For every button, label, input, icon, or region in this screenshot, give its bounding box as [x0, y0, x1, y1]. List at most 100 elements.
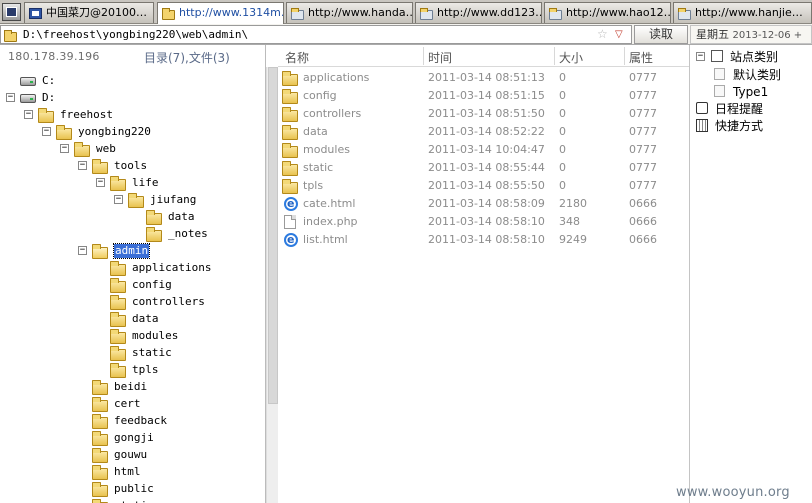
path-input[interactable]: D:\freehost\yongbing220\web\admin\ ☆ ▽ [0, 25, 632, 44]
tree-node[interactable]: − web [60, 141, 265, 157]
file-row[interactable]: data 2011-03-14 08:52:22 0 0777 [278, 123, 689, 141]
tree-node[interactable]: data [132, 209, 265, 225]
scrollbar-thumb[interactable] [268, 67, 278, 404]
file-row[interactable]: index.php 2011-03-14 08:58:10 348 0666 [278, 213, 689, 231]
tree-node[interactable]: − D: [6, 90, 246, 106]
tab-label: http://www.hao12… [566, 6, 671, 19]
file-name: applications [303, 71, 370, 84]
collapse-toggle-icon[interactable]: − [60, 144, 69, 153]
collapse-toggle-icon[interactable]: − [42, 127, 51, 136]
tree-node[interactable]: static [78, 498, 265, 503]
tab-hanjie[interactable]: http://www.hanjie… [673, 2, 812, 23]
file-row[interactable]: config 2011-03-14 08:51:15 0 0777 [278, 87, 689, 105]
collapse-toggle-icon[interactable]: − [24, 110, 33, 119]
tree-node[interactable]: − admin [78, 243, 265, 259]
folder-icon [291, 8, 305, 20]
side-panel-item[interactable]: − 站点类别 [696, 49, 808, 65]
folder-icon [110, 346, 126, 361]
tree-node-label: public [114, 482, 154, 495]
tree-node[interactable]: gouwu [78, 447, 265, 463]
drive-icon [20, 74, 36, 87]
collapse-toggle-icon[interactable]: − [696, 52, 705, 61]
date-display: 星期五 2013-12-06 + [690, 25, 812, 44]
tree-node-label: D: [42, 91, 56, 104]
tree-node[interactable]: feedback [78, 413, 265, 429]
file-attr: 0666 [629, 197, 657, 210]
tree-node[interactable]: C: [6, 73, 246, 89]
file-name: modules [303, 143, 350, 156]
tab-handa[interactable]: http://www.handa… [286, 2, 413, 23]
file-attr: 0777 [629, 161, 657, 174]
folder-icon [146, 227, 162, 242]
tree-node-label: freehost [60, 108, 113, 121]
file-row[interactable]: static 2011-03-14 08:55:44 0 0777 [278, 159, 689, 177]
tree-node[interactable]: config [96, 277, 265, 293]
file-row[interactable]: cate.html 2011-03-14 08:58:09 2180 0666 [278, 195, 689, 213]
tree-node[interactable]: cert [78, 396, 265, 412]
tree-node[interactable]: tpls [96, 362, 265, 378]
html-file-icon [282, 233, 298, 247]
collapse-toggle-icon[interactable]: − [78, 246, 87, 255]
tab-dd123[interactable]: http://www.dd123… [415, 2, 542, 23]
folder-icon [678, 8, 692, 20]
tree-node-label: beidi [114, 380, 148, 393]
folder-icon [162, 8, 176, 20]
tree-node[interactable]: controllers [96, 294, 265, 310]
tree-node[interactable]: − yongbing220 [42, 124, 265, 140]
column-size[interactable]: 大小 [559, 49, 583, 66]
file-row[interactable]: list.html 2011-03-14 08:58:10 9249 0666 [278, 231, 689, 249]
tree-node-label: yongbing220 [78, 125, 151, 138]
folder-icon [282, 179, 298, 194]
collapse-toggle-icon[interactable]: − [78, 161, 87, 170]
column-time[interactable]: 时间 [428, 49, 452, 66]
tree-node[interactable]: modules [96, 328, 265, 344]
file-row[interactable]: applications 2011-03-14 08:51:13 0 0777 [278, 69, 689, 87]
tree-node[interactable]: data [96, 311, 265, 327]
file-time: 2011-03-14 10:04:47 [428, 143, 545, 156]
tree-node[interactable]: public [78, 481, 265, 497]
file-name: index.php [303, 215, 358, 228]
tab-label: http://www.handa… [308, 6, 413, 19]
collapse-toggle-icon[interactable]: − [114, 195, 123, 204]
side-panel-item[interactable]: 日程提醒 [696, 101, 808, 117]
collapse-toggle-icon[interactable]: − [96, 178, 105, 187]
tree-node[interactable]: applications [96, 260, 265, 276]
side-panel-item[interactable]: 默认类别 [714, 67, 812, 83]
star-icon[interactable]: ☆ [597, 27, 608, 41]
folder-icon [146, 210, 162, 225]
tree-node-label: feedback [114, 414, 167, 427]
dropdown-icon[interactable]: ▽ [615, 29, 623, 40]
folder-icon [92, 499, 108, 503]
column-name[interactable]: 名称 [285, 49, 309, 66]
folder-icon [282, 125, 298, 140]
file-row[interactable]: modules 2011-03-14 10:04:47 0 0777 [278, 141, 689, 159]
read-button[interactable]: 读取 [634, 25, 688, 44]
tree-node-label: data [168, 210, 195, 223]
file-size: 348 [559, 215, 580, 228]
tree-node[interactable]: − life [96, 175, 265, 191]
tab-hao12[interactable]: http://www.hao12… [544, 2, 671, 23]
collapse-toggle-icon[interactable]: − [6, 93, 15, 102]
tree-node-label: life [132, 176, 159, 189]
file-size: 0 [559, 125, 566, 138]
tree-node[interactable]: gongji [78, 430, 265, 446]
tree-node[interactable]: beidi [78, 379, 265, 395]
side-panel-item[interactable]: 快捷方式 [696, 118, 808, 134]
tab-1314m[interactable]: http://www.1314m… [157, 2, 284, 24]
folder-icon [282, 143, 298, 158]
file-row[interactable]: tpls 2011-03-14 08:55:50 0 0777 [278, 177, 689, 195]
side-panel-item[interactable]: Type1 [714, 84, 812, 100]
folder-icon [74, 142, 90, 157]
system-menu-button[interactable] [2, 3, 21, 21]
tree-node-label: config [132, 278, 172, 291]
tree-node[interactable]: − tools [78, 158, 265, 174]
tree-node[interactable]: − jiufang [114, 192, 265, 208]
tree-node[interactable]: − freehost [24, 107, 264, 123]
tab-chopper[interactable]: 中国菜刀@20100… [24, 2, 154, 23]
column-attr[interactable]: 属性 [629, 49, 653, 66]
tree-node[interactable]: static [96, 345, 265, 361]
tree-scrollbar[interactable] [266, 67, 278, 503]
file-row[interactable]: controllers 2011-03-14 08:51:50 0 0777 [278, 105, 689, 123]
tree-node[interactable]: _notes [132, 226, 265, 242]
tree-node[interactable]: html [78, 464, 265, 480]
